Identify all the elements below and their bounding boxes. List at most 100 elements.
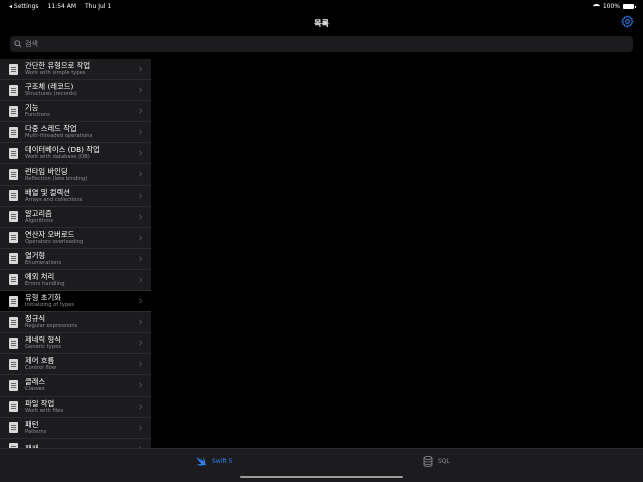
- list-item-subtitle: Classes: [25, 386, 45, 393]
- list-item-subtitle: Generic types: [25, 344, 62, 351]
- document-icon: [9, 105, 18, 117]
- chevron-right-icon: [139, 256, 143, 262]
- back-to-settings-link[interactable]: ◂ Settings: [9, 3, 39, 10]
- list-item-subtitle: Regular expressions: [25, 323, 78, 330]
- list-item-subtitle: Multi-threaded operations: [25, 133, 93, 140]
- battery-icon: [623, 4, 636, 9]
- list-item[interactable]: 제어 흐름 Control flow: [0, 354, 151, 376]
- chevron-right-icon: [139, 108, 143, 114]
- page-title: 목록: [314, 19, 329, 28]
- list-item-title: 연산자 오버로드: [25, 229, 75, 239]
- list-item-title: 구조체 (레코드): [25, 82, 74, 92]
- document-icon: [9, 337, 18, 349]
- chevron-right-icon: [139, 171, 143, 177]
- document-icon: [9, 401, 18, 413]
- list-item-subtitle: Control flow: [25, 365, 57, 372]
- chevron-right-icon: [139, 235, 143, 241]
- list-item[interactable]: 다중 스레드 작업 Multi-threaded operations: [0, 122, 151, 144]
- list-item[interactable]: 구조체 (레코드) Structures (records): [0, 80, 151, 102]
- list-item-title: 패턴: [25, 419, 39, 429]
- list-item-title: 열거형: [25, 250, 46, 260]
- list-item[interactable]: 알고리즘 Algorithms: [0, 207, 151, 228]
- list-item[interactable]: 클래스 Classes: [0, 375, 151, 397]
- list-item[interactable]: 연산자 오버로드 Operators overloading: [0, 228, 151, 249]
- list-item-subtitle: Work with files: [25, 407, 64, 414]
- list-item-title: 다중 스레드 작업: [25, 124, 77, 134]
- document-icon: [9, 169, 18, 181]
- list-item[interactable]: 파일 작업 Work with files: [0, 397, 151, 418]
- list-item[interactable]: 배열 및 컬렉션 Arrays and collections: [0, 186, 151, 207]
- list-item-title: 기능: [25, 103, 39, 113]
- search-input[interactable]: [25, 40, 605, 48]
- list-item[interactable]: 제네릭 형식 Generic types: [0, 333, 151, 355]
- list-item-subtitle: Patterns: [25, 428, 47, 435]
- list-item-subtitle: Functions: [25, 112, 50, 119]
- list-item-title: 제네릭 형식: [25, 335, 61, 345]
- chevron-right-icon: [139, 298, 143, 304]
- chevron-right-icon: [139, 425, 143, 431]
- gear-icon[interactable]: [621, 15, 634, 28]
- list-item-subtitle: Reflection (late binding): [25, 175, 88, 182]
- list-item-subtitle: Arrays and collections: [25, 196, 83, 203]
- list-item-subtitle: Initializing of types: [25, 302, 75, 309]
- list-item[interactable]: 기능 Functions: [0, 101, 151, 123]
- document-icon: [9, 253, 18, 265]
- list-item-title: 정규식: [25, 314, 46, 324]
- list-item-title: 클래스: [25, 377, 46, 387]
- navigation-bar: 목록: [0, 12, 643, 36]
- chevron-right-icon: [139, 214, 143, 220]
- list-item[interactable]: 패쌔: [0, 439, 151, 448]
- tab-swift-label: Swift 5: [212, 457, 233, 465]
- document-icon: [9, 211, 18, 223]
- chevron-right-icon: [139, 150, 143, 156]
- document-icon: [9, 295, 18, 307]
- list-item-subtitle: Work with database (DB): [25, 154, 90, 161]
- list-item[interactable]: 열거형 Enumerations: [0, 249, 151, 270]
- chevron-right-icon: [139, 382, 143, 388]
- chevron-right-icon: [139, 340, 143, 346]
- list-item-title: 제어 흐름: [25, 356, 55, 366]
- topic-list: 간단한 유형으로 작업 Work with simple types 구조체 (레코…: [0, 59, 151, 448]
- list-item[interactable]: 예외 처리 Errors handling: [0, 270, 151, 292]
- list-item-title: 간단한 유형으로 작업: [25, 61, 91, 71]
- list-item-subtitle: Work with simple types: [25, 70, 86, 77]
- status-bar: ◂ Settings 11:54 AM Thu Jul 1 100%: [0, 0, 643, 12]
- list-item-title: 배열 및 컬렉션: [25, 187, 70, 197]
- chevron-right-icon: [139, 129, 143, 135]
- list-item[interactable]: 유형 초기화 Initializing of types: [0, 291, 151, 313]
- document-icon: [9, 274, 18, 286]
- home-indicator: [240, 476, 403, 478]
- tab-sql[interactable]: SQL: [423, 456, 450, 467]
- battery-percent: 100%: [602, 3, 620, 10]
- chevron-right-icon: [139, 193, 143, 199]
- chevron-right-icon: [139, 361, 143, 367]
- list-item-title: 알고리즘: [25, 208, 52, 218]
- document-icon: [9, 190, 18, 202]
- document-icon: [9, 358, 18, 370]
- list-item-title: 예외 처리: [25, 271, 55, 281]
- list-item-subtitle: Algorithms: [25, 217, 54, 224]
- chevron-right-icon: [139, 319, 143, 325]
- status-date: Thu Jul 1: [85, 3, 112, 10]
- list-item-subtitle: Operators overloading: [25, 238, 84, 245]
- database-icon: [423, 456, 433, 467]
- list-item[interactable]: 간단한 유형으로 작업 Work with simple types: [0, 59, 151, 81]
- list-item-subtitle: Structures (records): [25, 91, 77, 98]
- chevron-right-icon: [139, 277, 143, 283]
- document-icon: [9, 379, 18, 391]
- list-item[interactable]: 패턴 Patterns: [0, 418, 151, 439]
- list-item[interactable]: 데이터베이스 (DB) 작업 Work with database (DB): [0, 143, 151, 165]
- list-item[interactable]: 정규식 Regular expressions: [0, 312, 151, 334]
- list-item[interactable]: 런타임 바인딩 Reflection (late binding): [0, 164, 151, 186]
- tab-sql-label: SQL: [438, 458, 450, 465]
- document-icon: [9, 422, 18, 434]
- detail-pane: [151, 59, 643, 448]
- search-bar[interactable]: [10, 36, 633, 52]
- document-icon: [9, 232, 18, 244]
- list-item-title: 런타임 바인딩: [25, 166, 68, 176]
- document-icon: [9, 126, 18, 138]
- document-icon: [9, 147, 18, 159]
- list-item-title: 유형 초기화: [25, 293, 61, 303]
- tab-swift[interactable]: Swift 5: [195, 456, 232, 466]
- swift-icon: [196, 457, 206, 466]
